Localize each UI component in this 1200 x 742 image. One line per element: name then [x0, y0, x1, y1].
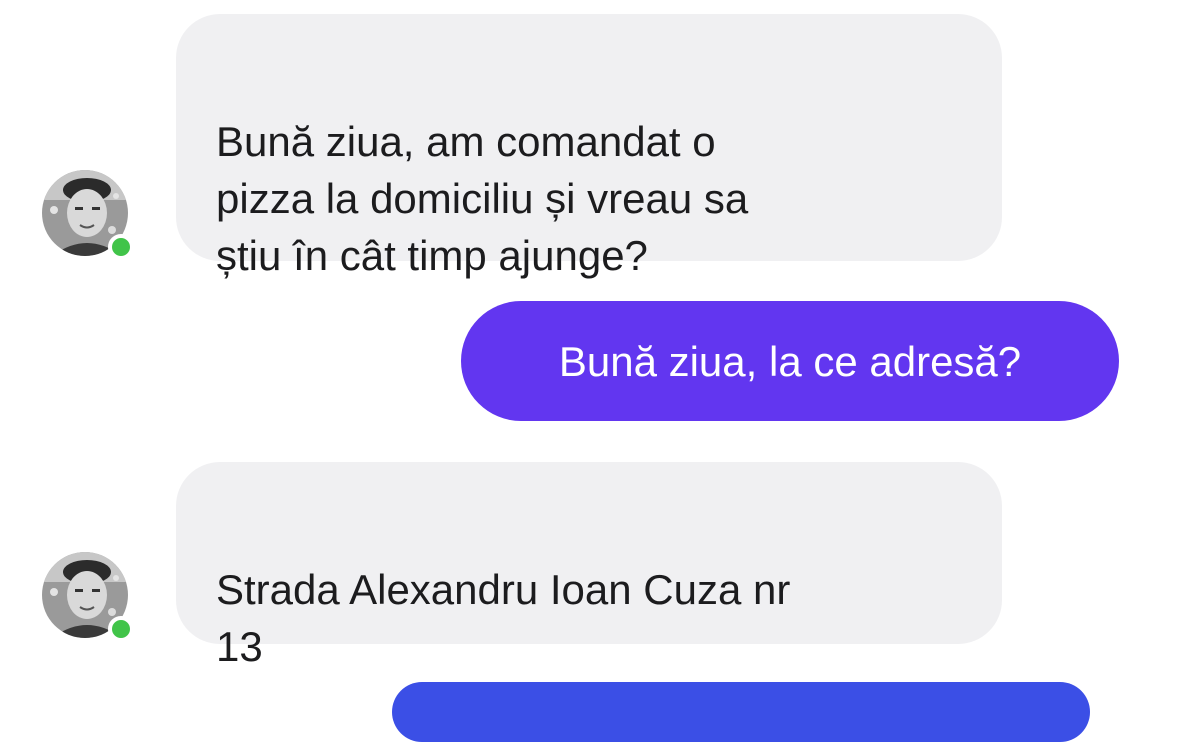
online-status-icon — [108, 616, 134, 642]
outgoing-message-bubble-partial[interactable] — [392, 682, 1090, 742]
message-text: Bună ziua, la ce adresă? — [558, 337, 1022, 385]
online-status-icon — [108, 234, 134, 260]
contact-avatar[interactable] — [42, 170, 134, 260]
message-text: Bună ziua, am comandat o pizza la domici… — [216, 118, 749, 279]
chat-thread: Bună ziua, am comandat o pizza la domici… — [0, 0, 1200, 742]
contact-avatar[interactable] — [42, 552, 134, 642]
incoming-message-bubble[interactable]: Bună ziua, am comandat o pizza la domici… — [176, 14, 1002, 279]
message-text: Strada Alexandru Ioan Cuza nr 13 — [216, 566, 791, 670]
outgoing-message-bubble[interactable]: Bună ziua, la ce adresă? — [461, 301, 1119, 421]
incoming-message-bubble[interactable]: Strada Alexandru Ioan Cuza nr 13 — [176, 462, 1002, 670]
